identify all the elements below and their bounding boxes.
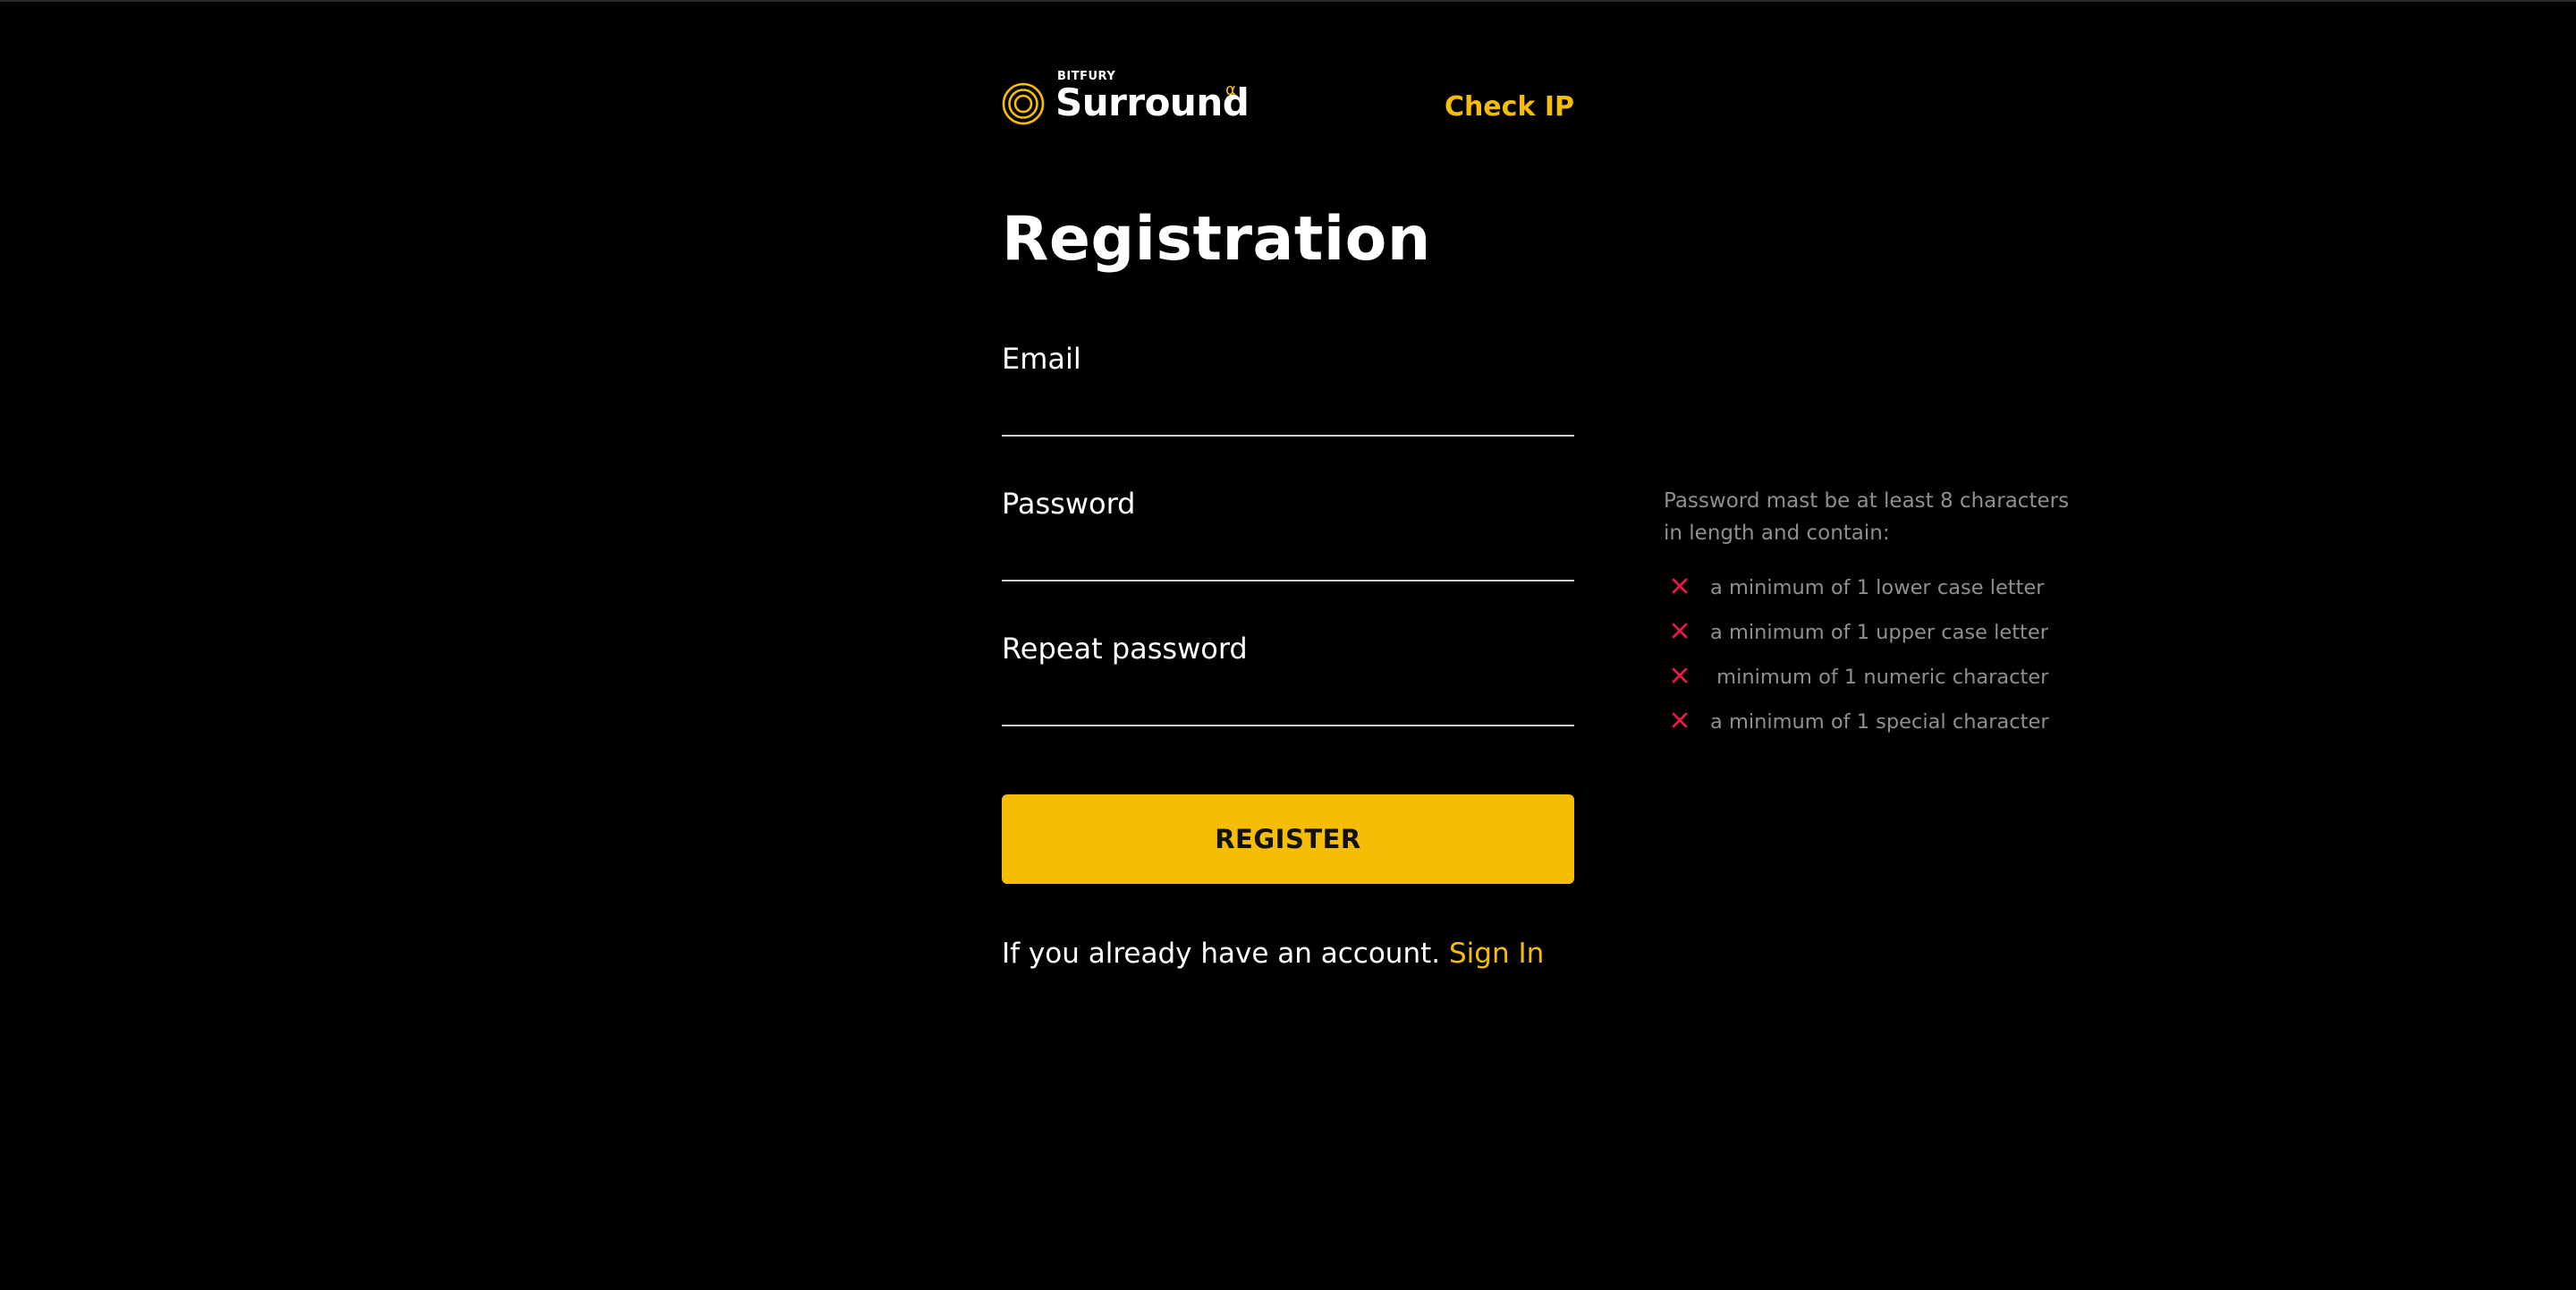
password-label: Password [1002, 487, 1136, 521]
top-border [0, 0, 2576, 2]
cross-icon [1664, 666, 1707, 688]
concentric-circles-logo-icon [1002, 82, 1045, 125]
password-input[interactable] [1002, 540, 1574, 581]
requirement-text: minimum of 1 numeric character [1710, 666, 2049, 689]
signin-prompt: If you already have an account. Sign In [1002, 938, 1544, 970]
logo-product-name: Surround [1055, 81, 1250, 124]
password-field-group: Password [1002, 487, 1574, 581]
requirement-text: a minimum of 1 lower case letter [1710, 576, 2045, 599]
email-field-group: Email [1002, 342, 1574, 437]
register-button[interactable]: REGISTER [1002, 794, 1574, 884]
password-requirements: Password mast be at least 8 characters i… [1664, 485, 2093, 744]
email-label: Email [1002, 342, 1081, 376]
requirement-lowercase: a minimum of 1 lower case letter [1664, 565, 2093, 610]
page-title: Registration [1002, 204, 1431, 275]
email-input[interactable] [1002, 395, 1574, 437]
repeat-password-input[interactable] [1002, 685, 1574, 726]
requirement-text: a minimum of 1 upper case letter [1710, 621, 2048, 644]
requirements-list: a minimum of 1 lower case letter a minim… [1664, 565, 2093, 744]
repeat-password-field-group: Repeat password [1002, 632, 1574, 726]
surround-logo[interactable]: BITFURY Surround α [1002, 64, 1270, 136]
registration-page: BITFURY Surround α Check IP Registration… [0, 0, 2576, 1290]
logo-alpha-badge: α [1225, 81, 1236, 99]
requirement-uppercase: a minimum of 1 upper case letter [1664, 610, 2093, 655]
header: BITFURY Surround α Check IP [1002, 64, 1574, 136]
cross-icon [1664, 711, 1707, 733]
sign-in-link[interactable]: Sign In [1449, 938, 1544, 970]
cross-icon [1664, 622, 1707, 643]
requirement-numeric: minimum of 1 numeric character [1664, 655, 2093, 700]
requirement-text: a minimum of 1 special character [1710, 710, 2049, 734]
signin-prompt-text: If you already have an account. [1002, 938, 1441, 970]
requirements-intro: Password mast be at least 8 characters i… [1664, 489, 2070, 545]
check-ip-link[interactable]: Check IP [1445, 91, 1574, 123]
repeat-password-label: Repeat password [1002, 632, 1248, 666]
cross-icon [1664, 577, 1707, 598]
requirement-special: a minimum of 1 special character [1664, 700, 2093, 744]
